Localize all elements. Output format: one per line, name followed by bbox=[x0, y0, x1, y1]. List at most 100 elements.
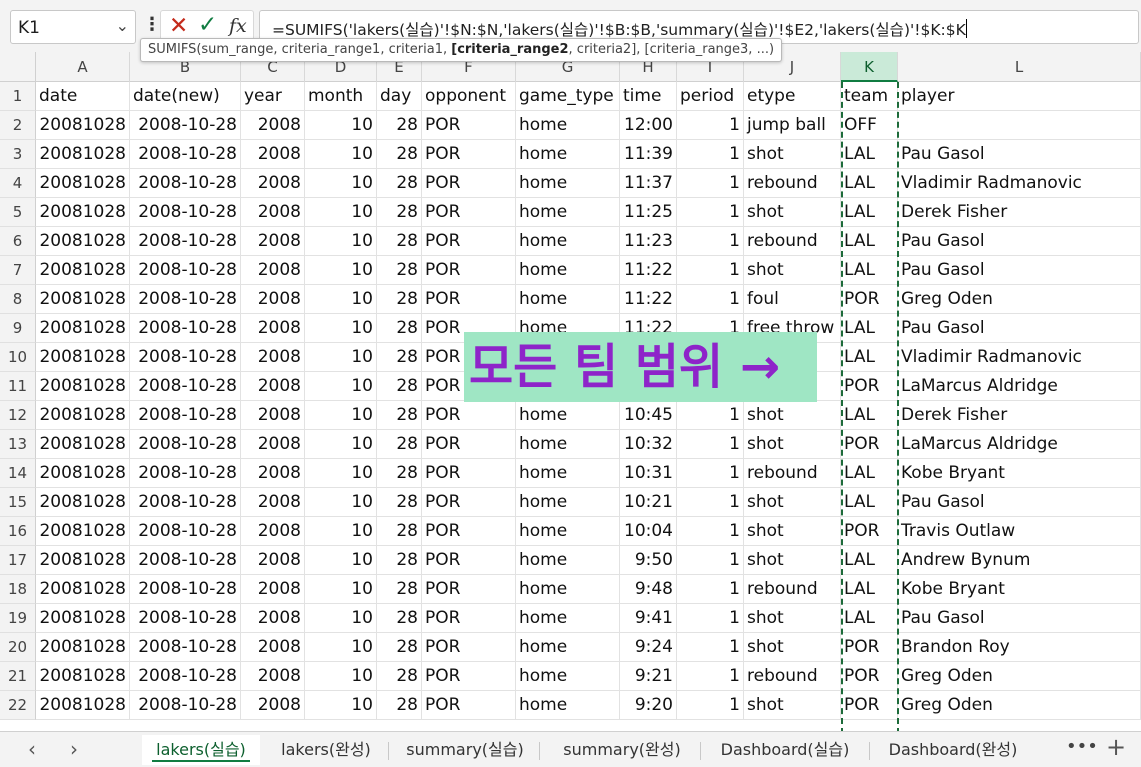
data-cell[interactable]: 11:25 bbox=[620, 198, 677, 227]
data-cell[interactable]: POR bbox=[422, 662, 516, 691]
data-cell[interactable]: POR bbox=[422, 691, 516, 720]
data-cell[interactable]: 9:24 bbox=[620, 633, 677, 662]
row-header[interactable]: 12 bbox=[0, 401, 36, 430]
data-cell[interactable]: 20081028 bbox=[36, 111, 130, 140]
data-cell[interactable]: 9:48 bbox=[620, 575, 677, 604]
data-cell[interactable]: LAL bbox=[841, 227, 898, 256]
data-cell[interactable]: home bbox=[516, 575, 620, 604]
data-cell[interactable]: 10 bbox=[305, 604, 377, 633]
data-cell[interactable]: home bbox=[516, 546, 620, 575]
data-cell[interactable]: Pau Gasol bbox=[898, 604, 1141, 633]
data-cell[interactable]: LaMarcus Aldridge bbox=[898, 430, 1141, 459]
more-sheets-icon[interactable]: ••• bbox=[1066, 736, 1098, 757]
insert-function-icon[interactable]: fx bbox=[229, 15, 247, 37]
data-cell[interactable]: 28 bbox=[377, 140, 422, 169]
row-header[interactable]: 8 bbox=[0, 285, 36, 314]
data-cell[interactable]: 28 bbox=[377, 111, 422, 140]
data-cell[interactable]: 28 bbox=[377, 459, 422, 488]
sheet-tab[interactable]: Dashboard(실습) bbox=[705, 735, 865, 765]
data-cell[interactable]: LAL bbox=[841, 256, 898, 285]
data-cell[interactable]: POR bbox=[841, 372, 898, 401]
data-cell[interactable]: 2008-10-28 bbox=[130, 285, 241, 314]
data-cell[interactable]: 10:32 bbox=[620, 430, 677, 459]
data-cell[interactable]: 9:20 bbox=[620, 691, 677, 720]
data-cell[interactable]: 1 bbox=[677, 227, 744, 256]
data-cell[interactable]: 28 bbox=[377, 575, 422, 604]
data-cell[interactable]: 2008-10-28 bbox=[130, 517, 241, 546]
data-cell[interactable]: 1 bbox=[677, 662, 744, 691]
data-cell[interactable]: Vladimir Radmanovic bbox=[898, 343, 1141, 372]
data-cell[interactable]: shot bbox=[744, 140, 841, 169]
row-header[interactable]: 9 bbox=[0, 314, 36, 343]
data-cell[interactable]: 2008-10-28 bbox=[130, 430, 241, 459]
data-cell[interactable]: 10 bbox=[305, 488, 377, 517]
data-cell[interactable]: 1 bbox=[677, 517, 744, 546]
row-header[interactable]: 7 bbox=[0, 256, 36, 285]
data-cell[interactable]: 20081028 bbox=[36, 604, 130, 633]
row-header[interactable]: 1 bbox=[0, 82, 36, 111]
data-cell[interactable]: 2008-10-28 bbox=[130, 575, 241, 604]
column-title-cell[interactable]: opponent bbox=[422, 82, 516, 111]
data-cell[interactable]: Pau Gasol bbox=[898, 227, 1141, 256]
data-cell[interactable]: shot bbox=[744, 691, 841, 720]
data-cell[interactable]: 20081028 bbox=[36, 546, 130, 575]
data-cell[interactable]: shot bbox=[744, 546, 841, 575]
data-cell[interactable]: POR bbox=[422, 546, 516, 575]
data-cell[interactable]: 10 bbox=[305, 633, 377, 662]
data-cell[interactable]: POR bbox=[422, 111, 516, 140]
row-header[interactable]: 6 bbox=[0, 227, 36, 256]
data-cell[interactable]: shot bbox=[744, 604, 841, 633]
data-cell[interactable]: 20081028 bbox=[36, 575, 130, 604]
data-cell[interactable]: 11:22 bbox=[620, 285, 677, 314]
data-cell[interactable]: 10 bbox=[305, 140, 377, 169]
data-cell[interactable]: 28 bbox=[377, 314, 422, 343]
data-cell[interactable]: 10:21 bbox=[620, 488, 677, 517]
data-cell[interactable]: LAL bbox=[841, 401, 898, 430]
data-cell[interactable]: 20081028 bbox=[36, 488, 130, 517]
data-cell[interactable]: LAL bbox=[841, 198, 898, 227]
name-box[interactable]: K1 ⌄ bbox=[10, 10, 136, 44]
data-cell[interactable]: 2008 bbox=[241, 662, 305, 691]
data-cell[interactable]: 28 bbox=[377, 517, 422, 546]
data-cell[interactable]: LAL bbox=[841, 140, 898, 169]
data-cell[interactable]: 1 bbox=[677, 430, 744, 459]
data-cell[interactable]: 9:21 bbox=[620, 662, 677, 691]
cancel-icon[interactable]: ✕ bbox=[169, 13, 188, 39]
data-cell[interactable]: 2008 bbox=[241, 198, 305, 227]
data-cell[interactable]: POR bbox=[422, 517, 516, 546]
data-cell[interactable]: POR bbox=[422, 459, 516, 488]
sheet-tab[interactable]: summary(완성) bbox=[548, 735, 696, 765]
data-cell[interactable]: 2008 bbox=[241, 343, 305, 372]
data-cell[interactable]: 2008-10-28 bbox=[130, 488, 241, 517]
data-cell[interactable]: rebound bbox=[744, 459, 841, 488]
data-cell[interactable]: Derek Fisher bbox=[898, 401, 1141, 430]
data-cell[interactable]: Pau Gasol bbox=[898, 140, 1141, 169]
data-cell[interactable]: 11:23 bbox=[620, 227, 677, 256]
data-cell[interactable]: home bbox=[516, 285, 620, 314]
data-cell[interactable]: 10 bbox=[305, 111, 377, 140]
data-cell[interactable]: 28 bbox=[377, 401, 422, 430]
data-cell[interactable]: 10:31 bbox=[620, 459, 677, 488]
column-title-cell[interactable]: time bbox=[620, 82, 677, 111]
data-cell[interactable]: POR bbox=[422, 256, 516, 285]
data-cell[interactable]: 2008-10-28 bbox=[130, 227, 241, 256]
data-cell[interactable]: 12:00 bbox=[620, 111, 677, 140]
data-cell[interactable]: home bbox=[516, 256, 620, 285]
data-cell[interactable]: POR bbox=[422, 401, 516, 430]
data-cell[interactable]: 2008-10-28 bbox=[130, 111, 241, 140]
data-cell[interactable]: POR bbox=[422, 227, 516, 256]
column-header-a[interactable]: A bbox=[36, 52, 130, 82]
data-cell[interactable]: 28 bbox=[377, 227, 422, 256]
data-cell[interactable]: 2008 bbox=[241, 517, 305, 546]
data-cell[interactable]: 10:45 bbox=[620, 401, 677, 430]
data-cell[interactable]: home bbox=[516, 140, 620, 169]
data-cell[interactable]: 2008-10-28 bbox=[130, 401, 241, 430]
data-cell[interactable]: home bbox=[516, 430, 620, 459]
column-title-cell[interactable]: game_type bbox=[516, 82, 620, 111]
data-cell[interactable]: POR bbox=[422, 633, 516, 662]
more-options-icon[interactable]: ⋮ bbox=[143, 14, 161, 35]
data-cell[interactable]: 20081028 bbox=[36, 430, 130, 459]
data-cell[interactable]: shot bbox=[744, 198, 841, 227]
data-cell[interactable]: POR bbox=[841, 691, 898, 720]
data-cell[interactable]: 20081028 bbox=[36, 343, 130, 372]
